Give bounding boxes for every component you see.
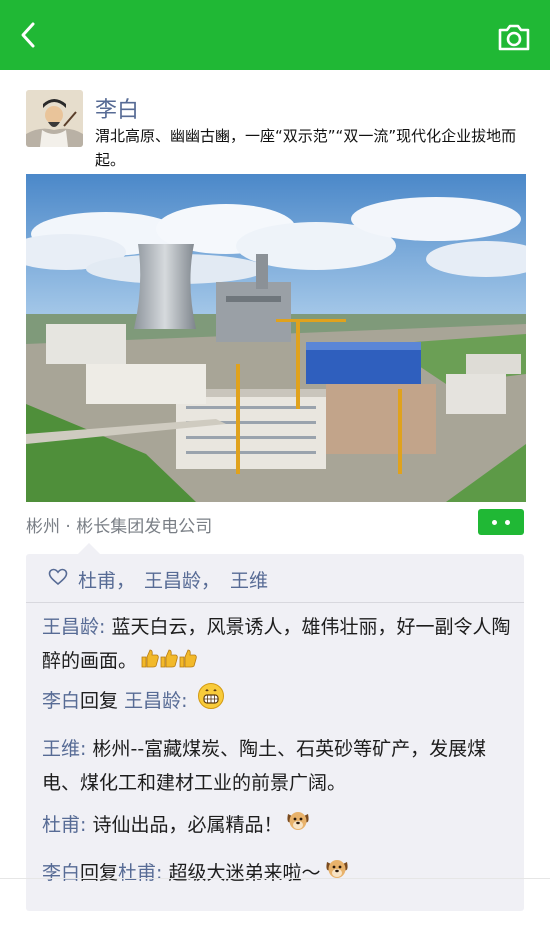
- post-author[interactable]: 李白: [95, 92, 139, 124]
- dog-icon: [324, 856, 350, 891]
- comment-author[interactable]: 李白: [42, 862, 80, 884]
- post-text: 渭北高原、幽幽古豳，一座“双示范”“双一流”现代化企业拔地而起。: [95, 127, 517, 169]
- divider: [0, 878, 550, 879]
- panel-arrow: [78, 543, 100, 554]
- dot-icon: [492, 520, 497, 525]
- moment-post: 李白 渭北高原、幽幽古豳，一座“双示范”“双一流”现代化企业拔地而起。 彬州 ·…: [0, 70, 550, 949]
- heart-icon: [48, 568, 68, 586]
- more-actions-button[interactable]: [478, 509, 524, 535]
- comment-reply[interactable]: 李白回复 王昌龄:: [42, 682, 520, 721]
- back-arrow-icon[interactable]: [14, 20, 44, 50]
- grin-icon: [197, 682, 225, 721]
- reply-to-name[interactable]: 杜甫: [118, 862, 156, 884]
- comment-author[interactable]: 李白: [42, 690, 80, 712]
- comment-author[interactable]: 杜甫: [42, 814, 80, 836]
- comment-text: 彬州--富藏煤炭、陶土、石英砂等矿产，发展煤电、煤化工和建材工业的前景广阔。: [42, 738, 487, 794]
- avatar[interactable]: [26, 90, 83, 147]
- reply-to-name[interactable]: 王昌龄: [124, 690, 181, 712]
- comment-author[interactable]: 王昌龄: [42, 616, 99, 638]
- top-bar: [0, 0, 550, 70]
- liker-separator: ，: [116, 570, 136, 592]
- liker-separator: ，: [201, 570, 221, 592]
- dog-icon: [285, 808, 311, 843]
- liker-name[interactable]: 杜甫: [78, 566, 116, 593]
- thumbs-up-icon: [140, 645, 198, 679]
- interaction-panel: 杜甫 ， 王昌龄 ， 王维 王昌龄: 蓝天白云，风景诱人，雄伟壮丽，好一副令人陶…: [26, 543, 524, 911]
- comment[interactable]: 王昌龄: 蓝天白云，风景诱人，雄伟壮丽，好一副令人陶醉的画面。: [42, 610, 520, 679]
- reply-word: 回复: [80, 690, 119, 712]
- comment-text: 诗仙出品，必属精品！: [86, 814, 283, 836]
- dot-icon: [505, 520, 510, 525]
- comment-text: 超级大迷弟来啦～: [162, 862, 321, 884]
- liker-name[interactable]: 王维: [230, 566, 268, 593]
- comment[interactable]: 杜甫: 诗仙出品，必属精品！: [42, 808, 520, 843]
- comment-text: 蓝天白云，风景诱人，雄伟壮丽，好一副令人陶醉的画面。: [42, 616, 511, 672]
- liker-name[interactable]: 王昌龄: [144, 566, 201, 593]
- post-photo[interactable]: [26, 174, 526, 502]
- comment[interactable]: 王维: 彬州--富藏煤炭、陶土、石英砂等矿产，发展煤电、煤化工和建材工业的前景广…: [42, 732, 520, 800]
- camera-icon[interactable]: [497, 22, 531, 52]
- reply-word: 回复: [80, 862, 119, 884]
- comment-author[interactable]: 王维: [42, 738, 80, 760]
- post-location[interactable]: 彬州 · 彬长集团发电公司: [26, 512, 212, 537]
- comment-colon: :: [181, 690, 188, 712]
- comment-reply[interactable]: 李白回复杜甫: 超级大迷弟来啦～: [42, 856, 520, 891]
- likes-row: 杜甫 ， 王昌龄 ， 王维: [26, 554, 524, 603]
